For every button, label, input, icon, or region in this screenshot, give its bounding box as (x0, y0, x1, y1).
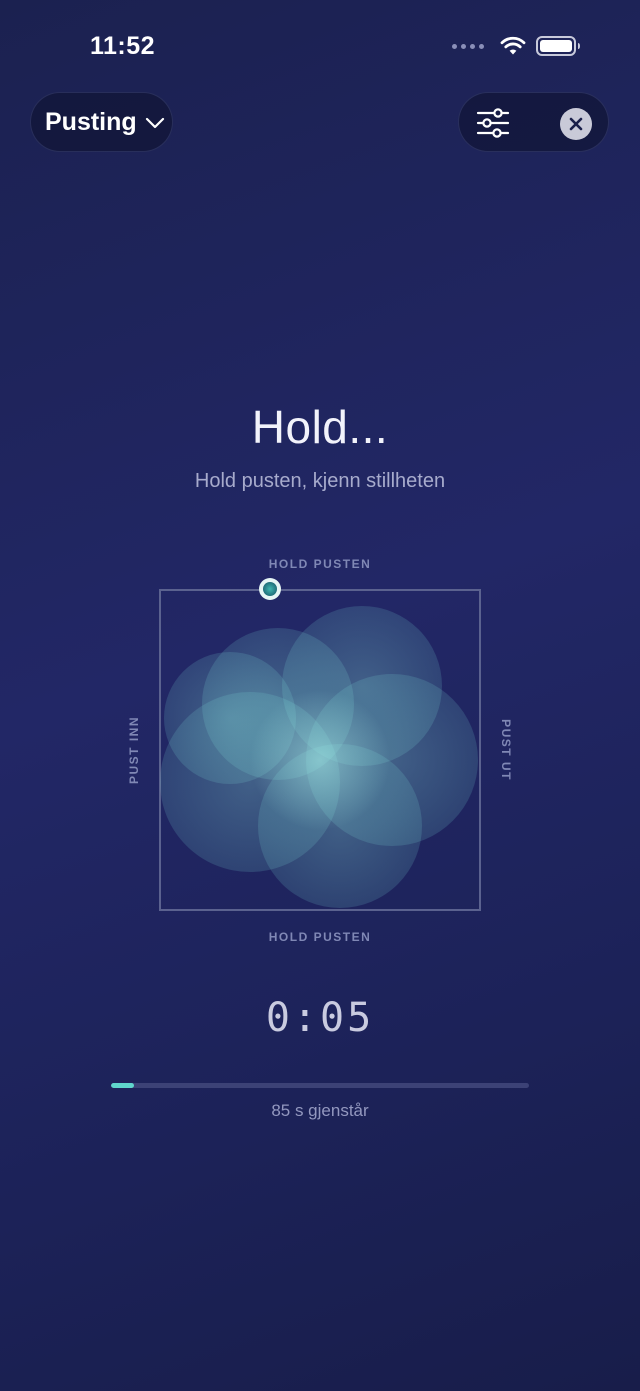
box-label-left: PUST INN (127, 716, 141, 785)
session-progress-bar (111, 1083, 529, 1088)
battery-icon (536, 36, 580, 56)
progress-dot (259, 578, 281, 600)
controls-group (458, 92, 609, 152)
time-remaining: 85 s gjenstår (271, 1101, 369, 1120)
status-bar: 11:52 (0, 0, 640, 90)
session-progress-fill (111, 1083, 134, 1088)
chevron-down-icon (145, 117, 164, 129)
settings-button[interactable] (475, 107, 511, 139)
mode-selector[interactable]: Pusting (30, 92, 173, 152)
breath-flower (160, 606, 478, 908)
box-label-bottom: HOLD PUSTEN (268, 930, 372, 944)
wifi-icon (500, 36, 526, 55)
status-icons (452, 35, 582, 57)
box-label-top: HOLD PUSTEN (268, 557, 372, 571)
box-label-right: PUST UT (499, 719, 513, 781)
status-time: 11:52 (90, 32, 156, 60)
phase-instruction: Hold pusten, kjenn stillheten (194, 470, 446, 492)
phase-title: Hold... (251, 401, 389, 453)
sliders-icon (476, 108, 510, 138)
timer: 0:05 (265, 995, 375, 1041)
mode-label: Pusting (45, 107, 137, 136)
close-icon (569, 117, 583, 131)
cellular-signal-icon (452, 43, 484, 49)
close-button[interactable] (560, 108, 592, 140)
breathing-box (159, 578, 481, 911)
